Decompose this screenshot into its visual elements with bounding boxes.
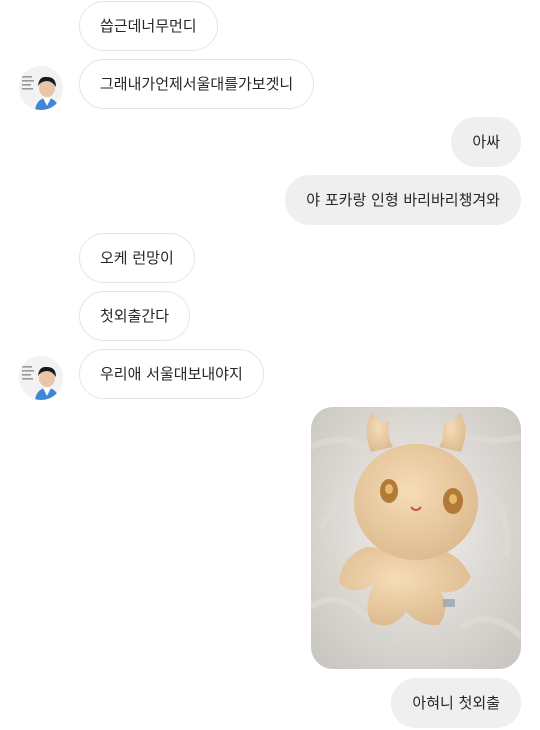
message-bubble-outgoing[interactable]: 야 포카랑 인형 바리바리챙겨와 bbox=[285, 175, 521, 225]
photo-message[interactable] bbox=[311, 407, 521, 669]
profile-person-icon bbox=[19, 66, 63, 110]
avatar[interactable] bbox=[19, 356, 63, 400]
profile-person-icon bbox=[19, 356, 63, 400]
message-bubble-incoming[interactable]: 오케 런망이 bbox=[79, 233, 195, 283]
message-bubble-outgoing[interactable]: 아혀니 첫외출 bbox=[391, 678, 521, 728]
chat-thread: 씁근데너무먼디 그래내가언제서울대를가보겟니 아싸 야 포카랑 인형 바리바리챙… bbox=[0, 0, 540, 730]
message-bubble-incoming[interactable]: 우리애 서울대보내야지 bbox=[79, 349, 264, 399]
plush-toy-photo-icon bbox=[311, 407, 521, 669]
message-bubble-outgoing[interactable]: 아싸 bbox=[451, 117, 521, 167]
avatar[interactable] bbox=[19, 66, 63, 110]
message-bubble-incoming[interactable]: 씁근데너무먼디 bbox=[79, 1, 218, 51]
message-bubble-incoming[interactable]: 그래내가언제서울대를가보겟니 bbox=[79, 59, 315, 109]
message-bubble-incoming[interactable]: 첫외출간다 bbox=[79, 291, 191, 341]
